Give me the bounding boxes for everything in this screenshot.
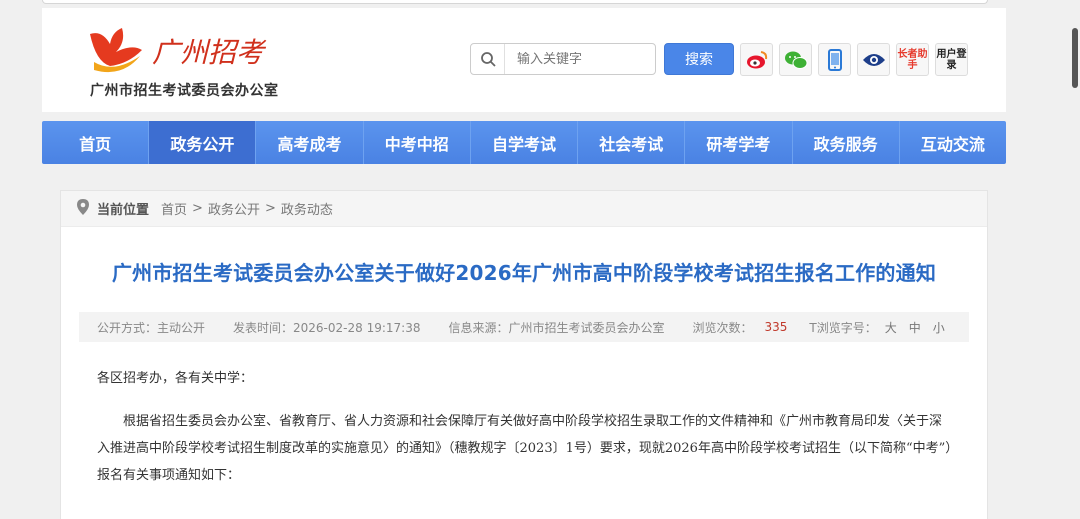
nav-item-government-affairs[interactable]: 政务公开 xyxy=(149,121,257,164)
eye-icon[interactable] xyxy=(857,43,890,76)
breadcrumb-government-affairs[interactable]: 政务公开 xyxy=(208,199,260,218)
font-size-small[interactable]: 小 xyxy=(933,319,945,336)
mobile-icon[interactable] xyxy=(818,43,851,76)
site-header: 广州招考 广州市招生考试委员会办公室 搜索 长者助手 用户登录 xyxy=(42,8,1006,112)
scrollbar-thumb[interactable] xyxy=(1072,28,1078,88)
nav-item-home[interactable]: 首页 xyxy=(42,121,150,164)
nav-item-social-exam[interactable]: 社会考试 xyxy=(578,121,686,164)
location-pin-icon xyxy=(77,198,89,219)
breadcrumb-home[interactable]: 首页 xyxy=(161,199,187,218)
meta-disclosure: 公开方式：主动公开 xyxy=(97,320,206,335)
meta-font-size-label: T浏览字号： xyxy=(809,320,877,335)
breadcrumb-label: 当前位置 xyxy=(97,203,150,218)
meta-views-label: 浏览次数： xyxy=(692,320,753,335)
main-nav: 首页 政务公开 高考成考 中考中招 自学考试 社会考试 研考学考 政务服务 互动… xyxy=(42,121,1006,164)
top-border xyxy=(42,0,988,4)
search-icon[interactable] xyxy=(471,44,505,74)
search-button[interactable]: 搜索 xyxy=(664,43,734,75)
article-card: 当前位置 首页 > 政务公开 > 政务动态 广州市招生考试委员会办公室关于做好2… xyxy=(60,190,988,519)
wechat-icon[interactable] xyxy=(779,43,812,76)
weibo-icon[interactable] xyxy=(740,43,773,76)
nav-item-zhongkao[interactable]: 中考中招 xyxy=(364,121,471,164)
article-meta: 公开方式：主动公开 发表时间：2026-02-28 19:17:38 信息来源：… xyxy=(79,312,969,342)
nav-item-interaction[interactable]: 互动交流 xyxy=(900,121,1006,164)
breadcrumb: 当前位置 首页 > 政务公开 > 政务动态 xyxy=(61,191,987,227)
user-login-icon[interactable]: 用户登录 xyxy=(935,43,968,76)
elder-assist-icon[interactable]: 长者助手 xyxy=(896,43,929,76)
meta-publish-time: 发表时间：2026-02-28 19:17:38 xyxy=(233,320,421,335)
nav-item-gaokao[interactable]: 高考成考 xyxy=(256,121,364,164)
nav-item-self-study-exam[interactable]: 自学考试 xyxy=(471,121,579,164)
breadcrumb-separator: > xyxy=(264,201,276,216)
site-subtitle: 广州市招生考试委员会办公室 xyxy=(90,83,279,99)
site-logo[interactable]: 广州招考 xyxy=(80,22,280,82)
logo-flower-icon: 广州招考 xyxy=(90,28,267,73)
article-body: 各区招考办，各有关中学： 根据省招生委员会办公室、省教育厅、省人力资源和社会保障… xyxy=(61,366,987,489)
font-size-medium[interactable]: 中 xyxy=(909,319,921,336)
search-box xyxy=(470,43,656,75)
nav-item-gov-services[interactable]: 政务服务 xyxy=(793,121,900,164)
article-greeting: 各区招考办，各有关中学： xyxy=(97,371,254,386)
header-icon-group: 长者助手 用户登录 xyxy=(740,43,968,76)
font-size-large[interactable]: 大 xyxy=(885,319,897,336)
logo-text: 广州招考 xyxy=(152,36,267,69)
breadcrumb-separator: > xyxy=(192,201,203,216)
search-input[interactable] xyxy=(505,51,655,67)
article-title: 广州市招生考试委员会办公室关于做好2026年广州市高中阶段学校考试招生报名工作的… xyxy=(111,261,937,285)
breadcrumb-government-news[interactable]: 政务动态 xyxy=(281,199,333,218)
meta-source: 信息来源：广州市招生考试委员会办公室 xyxy=(448,320,665,335)
nav-item-postgrad-exam[interactable]: 研考学考 xyxy=(685,121,793,164)
article-paragraph: 根据省招生委员会办公室、省教育厅、省人力资源和社会保障厅有关做好高中阶段学校招生… xyxy=(97,414,952,483)
scrollbar-track[interactable] xyxy=(1070,0,1080,100)
meta-views-count: 335 xyxy=(764,320,788,334)
